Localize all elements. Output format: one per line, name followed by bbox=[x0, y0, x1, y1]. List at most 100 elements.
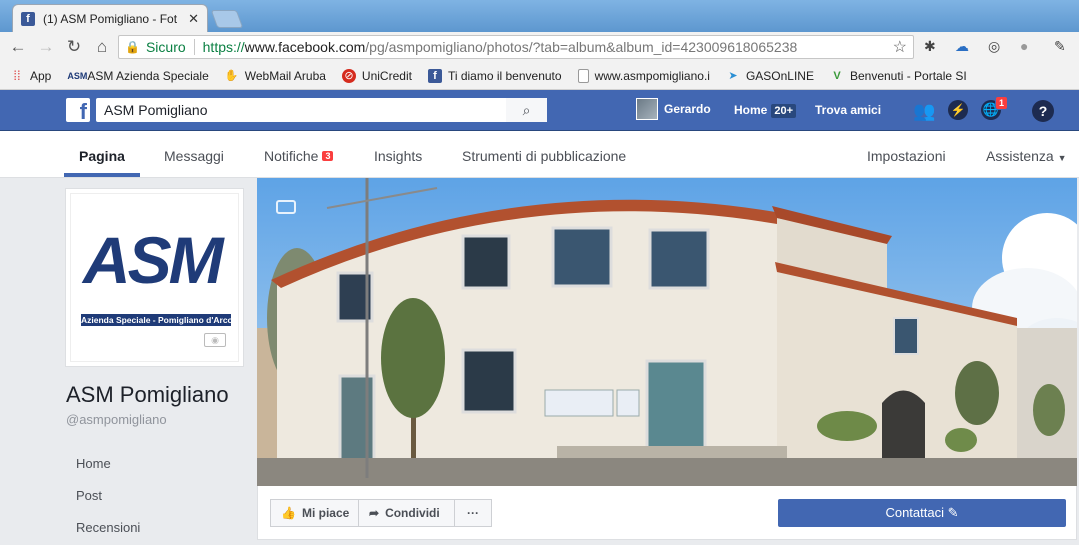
camera-icon[interactable]: ◉ bbox=[204, 333, 226, 347]
bookmark-item[interactable]: ASM ASM Azienda Speciale bbox=[67, 69, 208, 83]
facebook-logo-icon[interactable]: f bbox=[66, 98, 90, 122]
bookmark-item[interactable]: ⊘ UniCredit bbox=[341, 68, 412, 83]
omnibox-separator bbox=[193, 39, 195, 55]
contact-label: Contattaci bbox=[885, 505, 944, 520]
tab-insights[interactable]: Insights bbox=[374, 148, 422, 164]
share-label: Condividi bbox=[385, 506, 440, 520]
bookmark-label: App bbox=[30, 68, 52, 83]
extension-target-icon[interactable]: ◎ bbox=[988, 38, 1000, 55]
unicredit-icon: ⊘ bbox=[341, 68, 356, 83]
extension-bug-icon[interactable]: ✱ bbox=[924, 38, 936, 55]
bookmark-label: Ti diamo il benvenuto bbox=[447, 68, 562, 83]
browser-tab[interactable]: f (1) ASM Pomigliano - Fot ✕ bbox=[12, 4, 208, 32]
more-options-button[interactable]: ··· bbox=[454, 499, 492, 527]
bookmark-item[interactable]: V Benvenuti - Portale SI bbox=[830, 68, 967, 83]
profile-picture[interactable]: ASM Azienda Speciale - Pomigliano d'Arco… bbox=[65, 188, 244, 367]
facebook-search-input[interactable] bbox=[96, 98, 547, 122]
user-name: Gerardo bbox=[664, 102, 711, 116]
page-title: ASM Pomigliano bbox=[66, 382, 229, 407]
bookmark-star-icon[interactable]: ☆ bbox=[893, 37, 907, 57]
browser-titlebar: f (1) ASM Pomigliano - Fot ✕ bbox=[0, 0, 1079, 32]
forward-icon[interactable]: → bbox=[32, 37, 60, 57]
gas-icon: ➤ bbox=[728, 69, 738, 82]
active-tab-indicator bbox=[64, 173, 140, 177]
avatar bbox=[636, 98, 658, 120]
help-icon[interactable]: ? bbox=[1032, 100, 1054, 122]
messenger-icon[interactable]: ⚡ bbox=[948, 100, 968, 120]
url-text[interactable]: https://www.facebook.com/pg/asmpomiglian… bbox=[203, 39, 893, 55]
portal-icon: V bbox=[833, 69, 841, 82]
page-handle[interactable]: @asmpomigliano bbox=[66, 412, 167, 427]
notifications-badge: 1 bbox=[995, 96, 1009, 110]
cover-photo[interactable] bbox=[257, 178, 1077, 486]
bookmark-label: Benvenuti - Portale SI bbox=[849, 68, 967, 83]
home-link[interactable]: Home 20+ bbox=[734, 103, 797, 118]
home-icon[interactable]: ⌂ bbox=[88, 37, 116, 57]
extension-cloud-icon[interactable]: ☁ bbox=[955, 38, 969, 55]
tab-assistenza-label: Assistenza bbox=[986, 148, 1054, 164]
url-host: www.facebook.com bbox=[244, 39, 366, 55]
lock-icon: 🔒 bbox=[125, 40, 140, 54]
profile-picture-frame: ASM Azienda Speciale - Pomigliano d'Arco… bbox=[70, 193, 239, 362]
tab-pagina[interactable]: Pagina bbox=[79, 148, 125, 164]
cover-camera-icon[interactable] bbox=[276, 200, 296, 214]
search-icon[interactable]: ⌕ bbox=[506, 98, 547, 122]
extension-gray-icon[interactable]: ● bbox=[1020, 38, 1028, 54]
caret-down-icon: ▼ bbox=[1057, 153, 1067, 163]
left-nav-post[interactable]: Post bbox=[76, 488, 102, 503]
pencil-icon: ✎ bbox=[947, 505, 959, 520]
bookmark-item[interactable]: f Ti diamo il benvenuto bbox=[427, 68, 562, 83]
tab-notifiche-label: Notifiche bbox=[264, 148, 319, 164]
page-action-bar: 👍 Mi piace ➦ Condividi ··· Contattaci ✎ bbox=[257, 486, 1077, 540]
back-icon[interactable]: ← bbox=[4, 37, 32, 57]
bookmark-item[interactable]: ➤ GASOnLINE bbox=[726, 69, 814, 83]
asm-logo-subtitle: Azienda Speciale - Pomigliano d'Arco bbox=[81, 314, 231, 326]
reload-icon[interactable]: ↻ bbox=[60, 37, 88, 57]
thumbs-up-icon: 👍 bbox=[281, 506, 296, 520]
tab-strumenti[interactable]: Strumenti di pubblicazione bbox=[462, 148, 626, 164]
bookmark-item[interactable]: www.asmpomigliano.i bbox=[577, 68, 710, 83]
cover-photo-image bbox=[257, 178, 1077, 486]
close-tab-icon[interactable]: ✕ bbox=[188, 11, 199, 27]
bookmark-label: UniCredit bbox=[361, 68, 412, 83]
tab-title: (1) ASM Pomigliano - Fot bbox=[43, 11, 178, 26]
new-tab-button[interactable] bbox=[210, 10, 244, 28]
secure-label: Sicuro bbox=[145, 39, 186, 55]
contact-button[interactable]: Contattaci ✎ bbox=[778, 499, 1066, 527]
home-count-badge: 20+ bbox=[771, 104, 797, 118]
profile-link[interactable]: Gerardo bbox=[636, 98, 711, 120]
extension-pen-icon[interactable]: ✎ bbox=[1054, 38, 1066, 55]
address-bar[interactable]: 🔒 Sicuro https://www.facebook.com/pg/asm… bbox=[118, 35, 914, 59]
friend-requests-icon[interactable]: 👥 bbox=[913, 100, 935, 122]
bookmark-label: WebMail Aruba bbox=[244, 68, 326, 83]
share-arrow-icon: ➦ bbox=[369, 506, 380, 520]
aruba-icon: ✋ bbox=[224, 69, 239, 82]
share-button[interactable]: ➦ Condividi bbox=[358, 499, 455, 527]
notifiche-badge: 3 bbox=[322, 151, 334, 161]
bookmark-label: www.asmpomigliano.i bbox=[594, 68, 710, 83]
bookmark-item[interactable]: ✋ WebMail Aruba bbox=[225, 69, 326, 83]
bookmarks-bar: ⁞⁞ App ASM ASM Azienda Speciale ✋ WebMail A… bbox=[0, 62, 1079, 90]
tab-messaggi[interactable]: Messaggi bbox=[164, 148, 224, 164]
tab-notifiche[interactable]: Notifiche 3 bbox=[264, 148, 334, 164]
facebook-icon: f bbox=[427, 68, 442, 83]
bookmark-item[interactable]: ⁞⁞ App bbox=[10, 67, 52, 83]
page-icon bbox=[577, 68, 589, 83]
url-protocol: https:// bbox=[202, 39, 245, 55]
left-nav-home[interactable]: Home bbox=[76, 456, 111, 471]
facebook-top-bar: f ⌕ Gerardo Home20+ Trova amici 👥 ⚡ 🌐 1 … bbox=[0, 90, 1079, 131]
like-button[interactable]: 👍 Mi piace bbox=[270, 499, 359, 527]
bookmark-label: GASOnLINE bbox=[745, 68, 814, 83]
facebook-favicon-icon: f bbox=[21, 11, 35, 26]
tab-impostazioni[interactable]: Impostazioni bbox=[867, 148, 946, 164]
like-label: Mi piace bbox=[301, 506, 350, 520]
tab-assistenza[interactable]: Assistenza ▼ bbox=[986, 148, 1067, 164]
url-path: /pg/asmpomigliano/photos/?tab=album&albu… bbox=[365, 39, 798, 55]
apps-grid-icon: ⁞⁞ bbox=[13, 67, 21, 83]
find-friends-link[interactable]: Trova amici bbox=[815, 103, 881, 117]
left-nav-recensioni[interactable]: Recensioni bbox=[76, 520, 140, 535]
asm-icon: ASM bbox=[67, 70, 88, 81]
browser-toolbar: ← → ↻ ⌂ 🔒 Sicuro https://www.facebook.co… bbox=[0, 32, 1079, 62]
home-label: Home bbox=[734, 103, 768, 117]
more-label: ··· bbox=[467, 506, 479, 520]
